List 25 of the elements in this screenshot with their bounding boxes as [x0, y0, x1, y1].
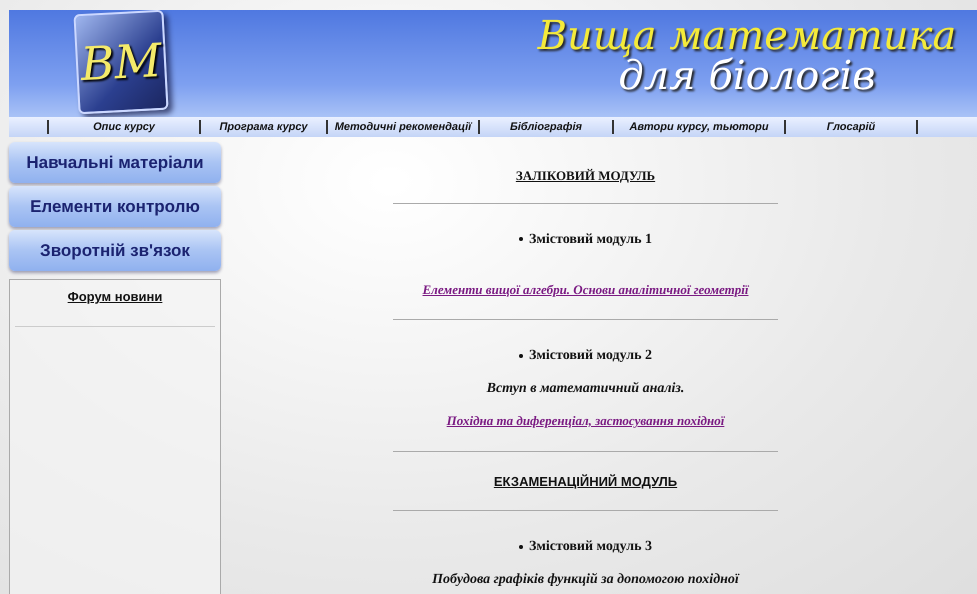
sidebar-button[interactable]: Навчальні матеріали: [9, 142, 221, 183]
nav-link[interactable]: Бібліографія: [480, 118, 612, 136]
module-title: Змістовий модуль 2: [528, 347, 652, 365]
topic-link[interactable]: Елементи вищої алгебри. Основи аналітичної геометрії: [422, 280, 748, 299]
bullet-icon: [518, 237, 523, 241]
sidebar-button[interactable]: Зворотній зв'язок: [9, 230, 221, 271]
site-title: Вища математика: [538, 16, 956, 56]
module-title: Змістовий модуль 1: [528, 230, 652, 248]
bullet-icon: [518, 354, 523, 358]
module-title: Змістовий модуль 3: [528, 538, 652, 556]
topic-link[interactable]: Похідна та диференціал, застосування похідної: [446, 411, 724, 430]
section-heading: ЗАЛІКОВИЙ МОДУЛЬ: [516, 167, 656, 185]
nav-link[interactable]: Опис курсу: [49, 118, 199, 136]
topic-text: Вступ в математичний аналіз.: [486, 380, 684, 398]
forum-title[interactable]: Форум новини: [68, 287, 162, 306]
bullet-icon: [518, 544, 523, 548]
nav-link[interactable]: Програма курсу: [201, 118, 326, 136]
section-heading: ЕКЗАМЕНАЦІЙНИЙ МОДУЛЬ: [494, 472, 678, 491]
nav-link[interactable]: Автори курсу, тьютори: [614, 118, 784, 136]
topic-text: Побудова графіків функцій за допомогою похідної: [432, 571, 739, 589]
logo-text: ВМ: [78, 31, 164, 93]
sidebar-button[interactable]: Елементи контролю: [9, 186, 221, 227]
nav-link[interactable]: Методичні рекомендації: [328, 118, 478, 136]
site-subtitle: для біологів: [618, 56, 876, 96]
nav-link[interactable]: Глосарій: [786, 118, 916, 136]
